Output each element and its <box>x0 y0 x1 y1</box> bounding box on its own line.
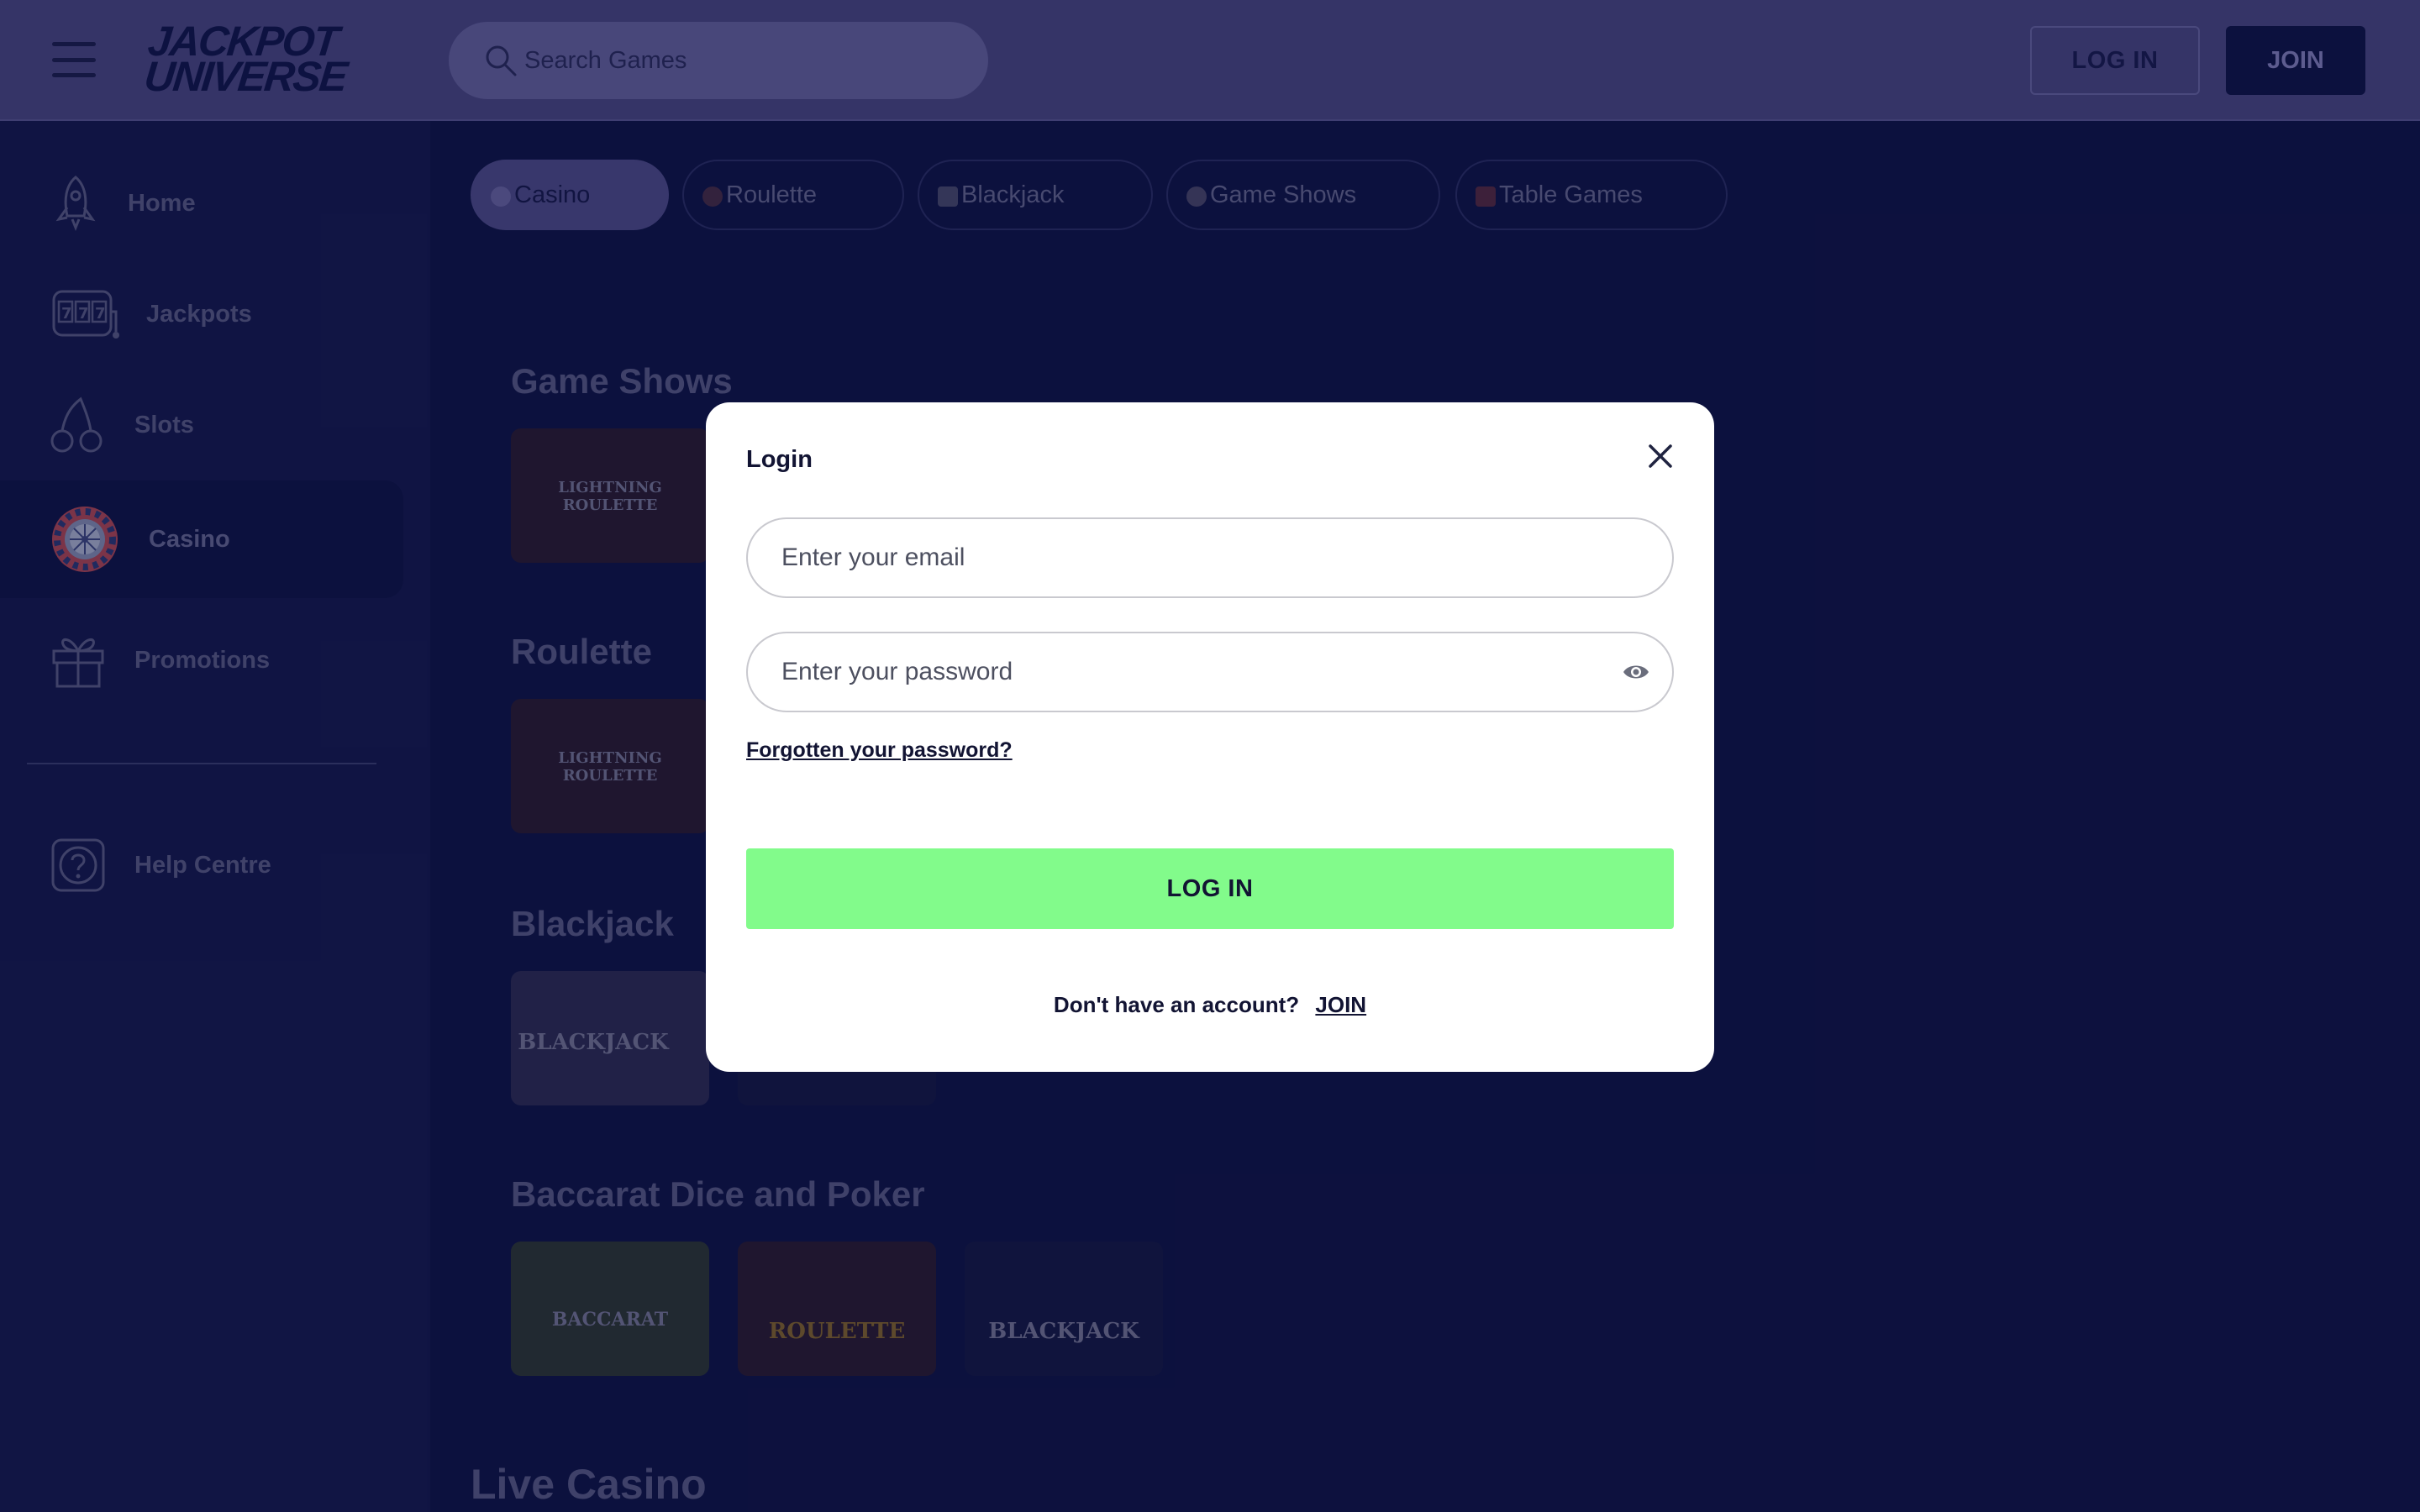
login-submit-button[interactable]: LOG IN <box>746 848 1674 929</box>
forgot-password-link[interactable]: Forgotten your password? <box>746 738 1013 763</box>
modal-title: Login <box>746 446 813 473</box>
eye-icon[interactable] <box>1622 660 1650 684</box>
email-field[interactable] <box>746 517 1674 598</box>
close-icon[interactable] <box>1645 441 1676 471</box>
password-input[interactable] <box>781 633 1588 711</box>
join-link[interactable]: JOIN <box>1315 992 1366 1017</box>
login-modal: Login Forgotten your password? LOG IN Do… <box>706 402 1714 1072</box>
signup-prompt: Don't have an account? JOIN <box>706 992 1714 1018</box>
password-field[interactable] <box>746 632 1674 712</box>
email-input[interactable] <box>781 519 1588 596</box>
no-account-text: Don't have an account? <box>1053 992 1300 1017</box>
